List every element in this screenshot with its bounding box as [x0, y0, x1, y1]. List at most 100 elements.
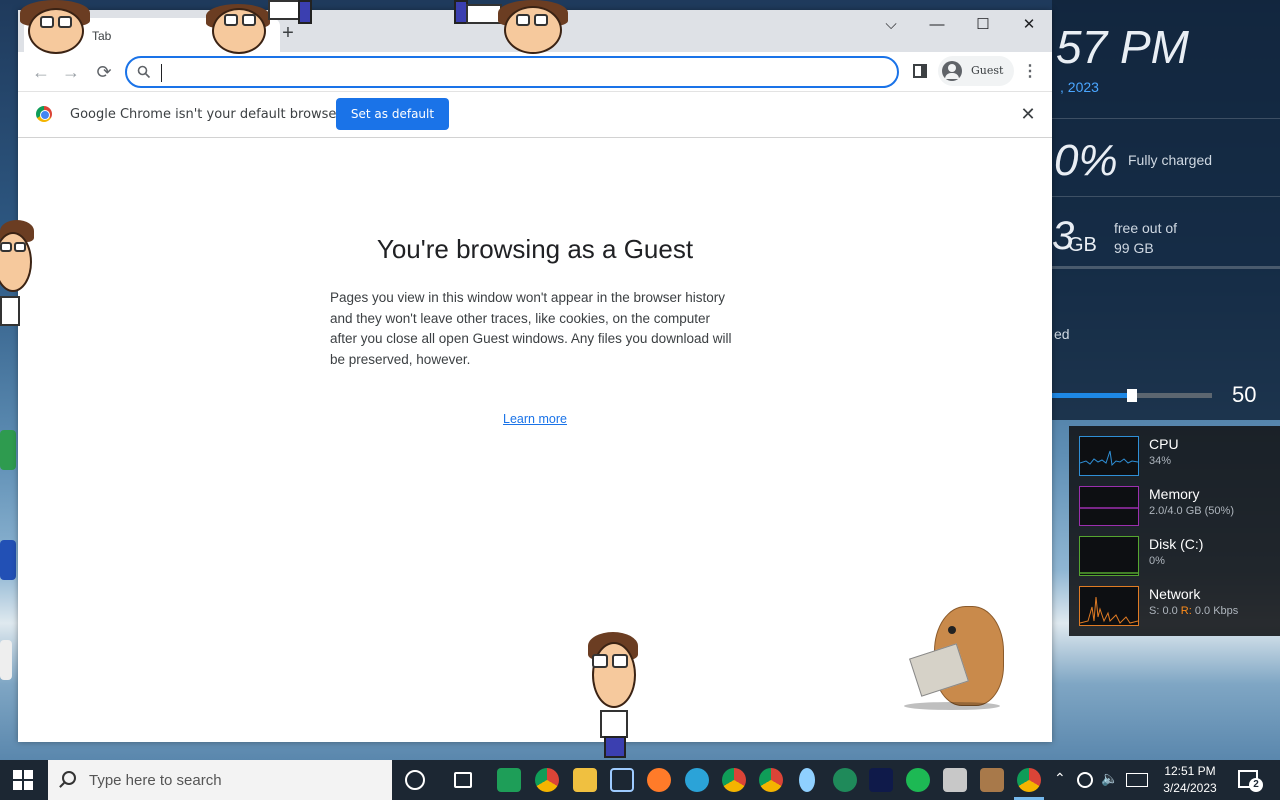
spotify-icon[interactable] [906, 768, 930, 792]
reload-button[interactable]: ⟳ [93, 61, 115, 83]
widget-battery-status: Fully charged [1128, 152, 1213, 168]
perf-row-cpu[interactable]: CPU 34% [1079, 436, 1279, 476]
hamster-sprite [904, 600, 1008, 712]
edge-dev-icon[interactable] [833, 768, 857, 792]
network-receive: 0.0 Kbps [1191, 605, 1239, 617]
taskbar-clock[interactable]: 12:51 PM 3/24/2023 [1146, 763, 1234, 797]
widget-disk-label-line2: 99 GB [1114, 240, 1154, 256]
network-graph [1079, 586, 1139, 626]
network-globe-icon[interactable] [1077, 772, 1093, 788]
perf-value: 0% [1149, 555, 1165, 567]
performance-monitor: CPU 34% Memory 2.0/4.0 GB (50%) Disk (C:… [1069, 426, 1280, 636]
profile-button[interactable]: Guest [938, 56, 1014, 86]
address-bar[interactable] [125, 56, 899, 88]
chevron-up-icon[interactable]: ⌃ [1054, 770, 1066, 787]
disney-plus-icon[interactable] [869, 768, 893, 792]
volume-slider-fill [1052, 393, 1132, 398]
cortana-circle-icon[interactable] [405, 770, 425, 790]
perf-value: S: 0.0 R: 0.0 Kbps [1149, 605, 1238, 617]
default-browser-infobar: Google Chrome isn't your default browser… [18, 92, 1052, 138]
widget-divider [1052, 196, 1280, 197]
taskbar-date: 3/24/2023 [1163, 781, 1217, 795]
close-window-button[interactable]: ✕ [1006, 10, 1052, 40]
maximize-button[interactable]: ☐ [960, 10, 1006, 40]
chrome-active-icon[interactable] [1017, 768, 1041, 792]
chrome-profile-icon[interactable] [722, 768, 746, 792]
widget-date: , 2023 [1060, 79, 1099, 95]
widget-disk-bar [1052, 266, 1280, 269]
close-icon[interactable]: ✕ [1018, 104, 1038, 124]
taskbar-time: 12:51 PM [1164, 764, 1216, 778]
network-receive-label: R: [1180, 605, 1192, 617]
menu-icon[interactable]: ⋮ [1022, 61, 1038, 83]
set-as-default-button[interactable]: Set as default [336, 98, 449, 130]
infobar-message: Google Chrome isn't your default browser [70, 107, 342, 122]
guest-avatar-icon [942, 61, 962, 81]
toolbar: ← → ⟳ Guest ⋮ [18, 52, 1052, 92]
taskbar: Type here to search ⌃ 🔈 12:51 PM 3/24/20… [0, 760, 1280, 800]
volume-value: 50 [1232, 382, 1257, 407]
widget-battery-percent: 0% [1054, 136, 1118, 185]
cartoon-character-sprite [0, 220, 36, 330]
tab-search-button[interactable]: ⌵ [868, 10, 914, 40]
perf-row-network[interactable]: Network S: 0.0 R: 0.0 Kbps [1079, 586, 1279, 626]
cartoon-character-sprite [14, 0, 96, 56]
forward-button[interactable]: → [60, 61, 82, 83]
perf-value: 2.0/4.0 GB (50%) [1149, 505, 1234, 517]
chrome-window: Tab + ⌵ — ☐ ✕ ← → ⟳ Guest ⋮ Google Chrom… [18, 10, 1052, 742]
perf-row-disk[interactable]: Disk (C:) 0% [1079, 536, 1279, 576]
side-panel-icon[interactable] [913, 64, 927, 78]
widget-clock: 57 PM [1056, 21, 1189, 73]
search-placeholder: Type here to search [89, 772, 222, 789]
file-explorer-icon[interactable] [573, 768, 597, 792]
minimize-button[interactable]: — [914, 10, 960, 40]
sheets-icon[interactable] [497, 768, 521, 792]
page-title: You're browsing as a Guest [376, 234, 694, 264]
search-icon [137, 65, 151, 79]
widget-disk-free-label: free out of 99 GB [1114, 218, 1177, 258]
desktop-shortcut-icon[interactable] [0, 430, 16, 470]
windows-start-icon[interactable] [13, 770, 33, 790]
guest-page: You're browsing as a Guest Pages you vie… [18, 138, 1052, 742]
cpu-graph [1079, 436, 1139, 476]
learn-more-link[interactable]: Learn more [18, 412, 1052, 426]
keyboard-icon[interactable] [1126, 773, 1148, 787]
firefox-icon[interactable] [647, 768, 671, 792]
perf-name: Memory [1149, 486, 1200, 502]
perf-value: 34% [1149, 455, 1172, 467]
task-view-icon[interactable] [454, 772, 472, 788]
text-caret [161, 64, 162, 82]
chrome-logo-icon [36, 106, 52, 122]
notification-count: 2 [1249, 778, 1263, 792]
cartoon-character-sprite [452, 0, 572, 56]
widget-partial-text: ed [1054, 326, 1070, 342]
perf-row-memory[interactable]: Memory 2.0/4.0 GB (50%) [1079, 486, 1279, 526]
page-description: Pages you view in this window won't appe… [330, 290, 732, 367]
edge-icon[interactable] [685, 768, 709, 792]
drop-icon[interactable] [799, 768, 815, 792]
chrome-profile-icon[interactable] [759, 768, 783, 792]
volume-slider-thumb[interactable] [1127, 389, 1137, 402]
taskbar-search[interactable]: Type here to search [48, 760, 392, 800]
back-button[interactable]: ← [30, 61, 52, 83]
widget-disk-label-line1: free out of [1114, 220, 1178, 236]
omnibox-input[interactable] [167, 62, 867, 84]
profile-name: Guest [971, 64, 1004, 77]
cartoon-character-sprite [586, 632, 642, 760]
perf-name: Network [1149, 586, 1201, 602]
photo-app-icon[interactable] [943, 768, 967, 792]
desktop-shortcut-icon[interactable] [0, 540, 16, 580]
desktop-shortcut-icon[interactable] [0, 640, 12, 680]
speaker-muted-icon[interactable]: 🔈 [1101, 770, 1118, 787]
3d-box-icon[interactable] [610, 768, 634, 792]
chrome-icon[interactable] [535, 768, 559, 792]
widget-divider [1052, 118, 1280, 119]
cartoon-character-sprite [206, 0, 316, 56]
desktop-widgets-panel: 57 PM , 2023 0% Fully charged 3 GB free … [1052, 0, 1280, 420]
perf-name: CPU [1149, 436, 1179, 452]
hamster-app-icon[interactable] [980, 768, 1004, 792]
widget-disk-free-unit: GB [1068, 234, 1097, 256]
search-icon [62, 771, 76, 785]
perf-name: Disk (C:) [1149, 536, 1204, 552]
memory-graph [1079, 486, 1139, 526]
